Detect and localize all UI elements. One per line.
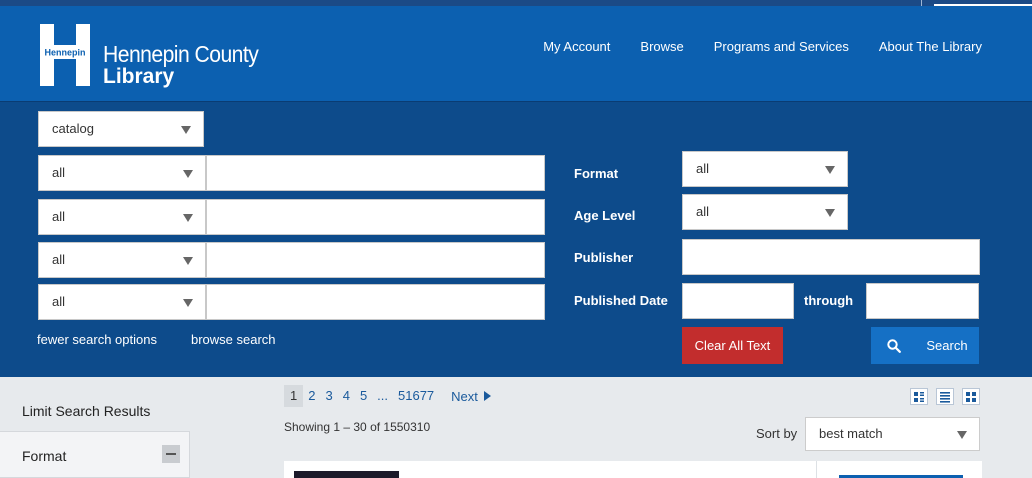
fewer-search-options-link[interactable]: fewer search options xyxy=(37,332,157,347)
age-level-select[interactable]: all xyxy=(682,194,848,230)
format-label: Format xyxy=(574,166,619,181)
chevron-down-icon xyxy=(183,299,193,307)
format-facet-panel[interactable]: Format xyxy=(0,431,190,478)
page-link[interactable]: 2 xyxy=(303,385,320,407)
published-date-label: Published Date xyxy=(574,293,668,308)
chevron-down-icon xyxy=(181,126,191,134)
nav-browse[interactable]: Browse xyxy=(640,39,683,54)
age-level-label: Age Level xyxy=(574,208,636,223)
published-date-to-input[interactable] xyxy=(866,283,979,319)
search-term-input-1[interactable] xyxy=(206,155,545,191)
chevron-down-icon xyxy=(957,431,967,439)
magnifier-icon xyxy=(887,339,901,353)
sort-by-label: Sort by xyxy=(756,426,798,441)
page-ellipsis: ... xyxy=(377,388,389,403)
result-item xyxy=(284,461,982,478)
next-page-link[interactable]: Next xyxy=(451,389,491,404)
field-select-4[interactable]: all xyxy=(38,284,206,320)
search-button-label: Search xyxy=(926,338,968,353)
format-facet-label: Format xyxy=(22,448,67,464)
field-select-value: all xyxy=(52,209,66,224)
page-link[interactable]: 3 xyxy=(320,385,337,407)
field-select-value: all xyxy=(52,165,66,180)
chevron-down-icon xyxy=(183,257,193,265)
logo-line-library: Library xyxy=(103,65,175,88)
field-select-value: all xyxy=(52,294,66,309)
catalog-select-value: catalog xyxy=(52,121,94,136)
chevron-down-icon xyxy=(183,214,193,222)
sort-select-value: best match xyxy=(819,426,883,441)
clear-all-text-button[interactable]: Clear All Text xyxy=(682,327,783,364)
search-term-input-3[interactable] xyxy=(206,242,545,278)
field-select-2[interactable]: all xyxy=(38,199,206,235)
age-level-select-value: all xyxy=(696,204,710,219)
sort-select[interactable]: best match xyxy=(805,417,980,451)
search-term-input-2[interactable] xyxy=(206,199,545,235)
field-select-3[interactable]: all xyxy=(38,242,206,278)
format-select[interactable]: all xyxy=(682,151,848,187)
play-arrow-icon xyxy=(483,391,491,401)
chevron-down-icon xyxy=(825,209,835,217)
field-select-value: all xyxy=(52,252,66,267)
search-term-input-4[interactable] xyxy=(206,284,545,320)
next-page-label: Next xyxy=(451,388,478,404)
through-label: through xyxy=(804,293,854,308)
nav-my-account[interactable]: My Account xyxy=(543,39,610,54)
nav-programs-services[interactable]: Programs and Services xyxy=(714,39,849,54)
site-header: Hennepin Hennepin County Library My Acco… xyxy=(0,6,1032,101)
field-select-1[interactable]: all xyxy=(38,155,206,191)
logo-line-county: Hennepin County xyxy=(103,41,259,67)
search-button[interactable]: Search xyxy=(871,327,979,364)
logo-wordmark[interactable]: Hennepin County Library xyxy=(103,42,272,88)
chevron-down-icon xyxy=(183,170,193,178)
page-link-current[interactable]: 1 xyxy=(284,385,304,407)
publisher-label: Publisher xyxy=(574,250,634,265)
view-mode-toggle xyxy=(910,388,980,405)
catalog-select[interactable]: catalog xyxy=(38,111,204,147)
page-link-last[interactable]: 51677 xyxy=(393,385,439,407)
logo-mark-text: Hennepin xyxy=(44,48,85,58)
grid-icon[interactable] xyxy=(962,388,980,405)
chevron-down-icon xyxy=(825,166,835,174)
list-icon[interactable] xyxy=(936,388,954,405)
hennepin-logo-icon[interactable]: Hennepin xyxy=(40,24,90,86)
collapse-minus-icon[interactable] xyxy=(162,445,180,463)
page-link[interactable]: 5 xyxy=(355,385,372,407)
grid-detail-icon[interactable] xyxy=(910,388,928,405)
result-divider xyxy=(816,461,817,478)
publisher-input[interactable] xyxy=(682,239,980,275)
result-cover-image[interactable] xyxy=(294,471,399,478)
limit-results-heading: Limit Search Results xyxy=(22,403,151,419)
main-nav: My Account Browse Programs and Services … xyxy=(543,39,982,54)
results-count: Showing 1 – 30 of 1550310 xyxy=(284,420,431,434)
format-select-value: all xyxy=(696,161,710,176)
page-link[interactable]: 4 xyxy=(338,385,355,407)
nav-about-library[interactable]: About The Library xyxy=(879,39,982,54)
browse-search-link[interactable]: browse search xyxy=(191,332,276,347)
published-date-from-input[interactable] xyxy=(682,283,794,319)
pagination: 1 2 3 4 5 ... 51677 Next xyxy=(284,385,491,407)
